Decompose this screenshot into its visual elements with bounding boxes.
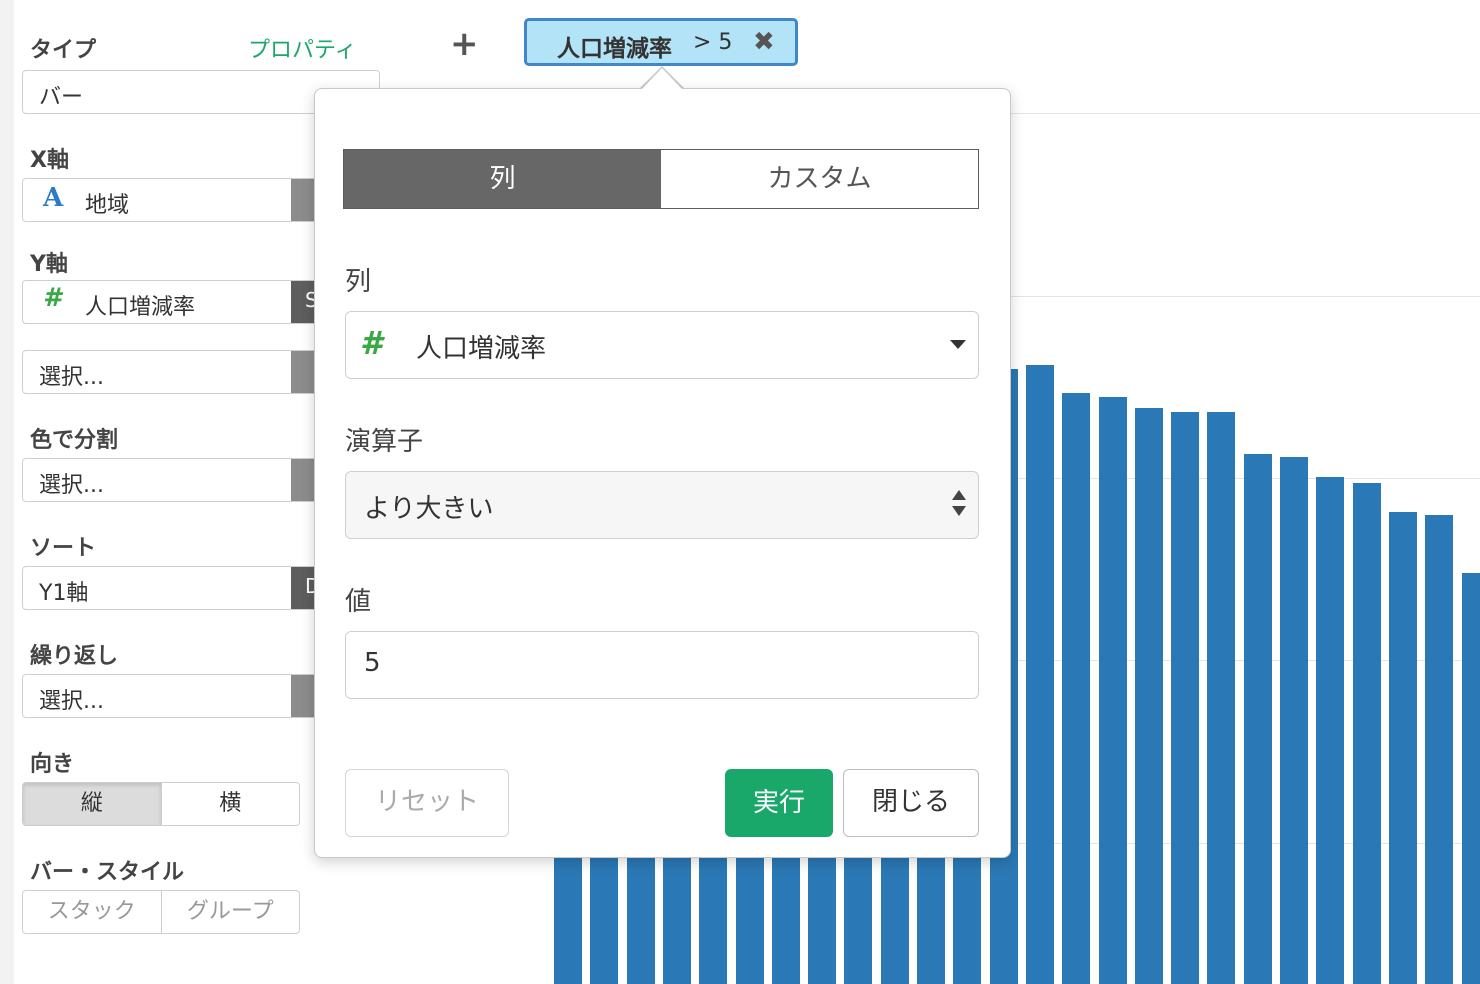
chart-bar — [1025, 365, 1054, 984]
column-label: 列 — [345, 267, 372, 297]
x-axis-value: 地域 — [85, 193, 130, 218]
add-filter-plus-icon[interactable]: + — [450, 24, 479, 64]
sort-field[interactable]: Y1軸 D — [22, 566, 322, 610]
orientation-vertical-option[interactable]: 縦 — [23, 783, 161, 825]
repeat-field[interactable]: 選択... — [22, 674, 322, 718]
repeat-label: 繰り返し — [30, 644, 119, 669]
chart-bar — [1388, 511, 1417, 984]
chart-bar — [1062, 392, 1091, 984]
chart-bar — [1171, 412, 1200, 984]
filter-mode-tabs: 列 カスタム — [343, 149, 979, 209]
column-select-value: 人口増減率 — [416, 334, 547, 364]
chart-bar — [1280, 456, 1308, 984]
chart-bar — [1316, 477, 1345, 984]
updown-arrows-icon — [952, 490, 968, 520]
color-split-field[interactable]: 選択... — [22, 458, 322, 502]
x-axis-label: X軸 — [30, 148, 69, 173]
panel-divider — [0, 0, 14, 984]
grid-line — [1000, 113, 1480, 114]
y2-axis-placeholder: 選択... — [39, 365, 104, 390]
popover-arrow-inner — [642, 68, 682, 89]
remove-filter-close-icon[interactable]: ✖ — [753, 27, 775, 57]
chart-bar — [1243, 453, 1272, 984]
bar-style-group-option[interactable]: グループ — [160, 891, 300, 933]
number-type-icon: # — [360, 324, 383, 362]
reset-button[interactable]: リセット — [345, 769, 509, 837]
filter-popover: 列 カスタム 列 # 人口増減率 演算子 より大きい 値 5 リセット 実行 閉… — [314, 88, 1011, 858]
sort-value: Y1軸 — [39, 581, 89, 606]
orientation-toggle[interactable]: 縦 横 — [22, 782, 300, 826]
orientation-horizontal-option[interactable]: 横 — [160, 783, 300, 825]
bar-style-stack-option[interactable]: スタック — [23, 891, 161, 933]
filter-chip-condition: > 5 — [693, 30, 733, 55]
tab-column[interactable]: 列 — [344, 150, 661, 208]
y2-axis-field[interactable]: 選択... — [22, 350, 322, 394]
filter-chip-column: 人口増減率 — [557, 36, 672, 62]
chevron-down-icon — [950, 340, 966, 349]
text-type-icon: A — [43, 183, 64, 213]
chart-bar — [1461, 572, 1480, 984]
sort-label: ソート — [30, 536, 97, 561]
property-link[interactable]: プロパティ — [248, 32, 357, 64]
x-axis-field[interactable]: A 地域 — [22, 178, 322, 222]
value-input[interactable]: 5 — [345, 631, 979, 699]
y-axis-value: 人口増減率 — [85, 295, 196, 320]
number-type-icon: # — [43, 283, 62, 313]
y-axis-label: Y軸 — [30, 252, 68, 277]
y-axis-field[interactable]: # 人口増減率 S — [22, 280, 322, 324]
chart-bar — [1098, 397, 1127, 984]
chart-bar — [1207, 412, 1236, 984]
chart-bar — [1134, 408, 1163, 984]
chart-type-value: バー — [39, 85, 84, 110]
value-label: 値 — [345, 587, 372, 617]
chart-bar — [1352, 482, 1381, 984]
operator-label: 演算子 — [345, 427, 424, 457]
value-input-text: 5 — [364, 648, 381, 678]
color-split-placeholder: 選択... — [39, 473, 104, 498]
bar-style-toggle[interactable]: スタック グループ — [22, 890, 300, 934]
orientation-label: 向き — [30, 752, 75, 777]
operator-select-value: より大きい — [364, 494, 494, 524]
chart-bar — [1425, 514, 1454, 984]
grid-line — [1000, 296, 1480, 297]
run-button[interactable]: 実行 — [725, 769, 833, 837]
column-select[interactable]: # 人口増減率 — [345, 311, 979, 379]
color-split-label: 色で分割 — [30, 428, 119, 453]
operator-select[interactable]: より大きい — [345, 471, 979, 539]
type-label: タイプ — [30, 38, 97, 63]
close-button[interactable]: 閉じる — [843, 769, 979, 837]
filter-chip[interactable]: 人口増減率 > 5 ✖ — [524, 18, 798, 66]
repeat-placeholder: 選択... — [39, 689, 104, 714]
tab-custom[interactable]: カスタム — [661, 150, 978, 208]
bar-style-label: バー・スタイル — [30, 860, 185, 885]
